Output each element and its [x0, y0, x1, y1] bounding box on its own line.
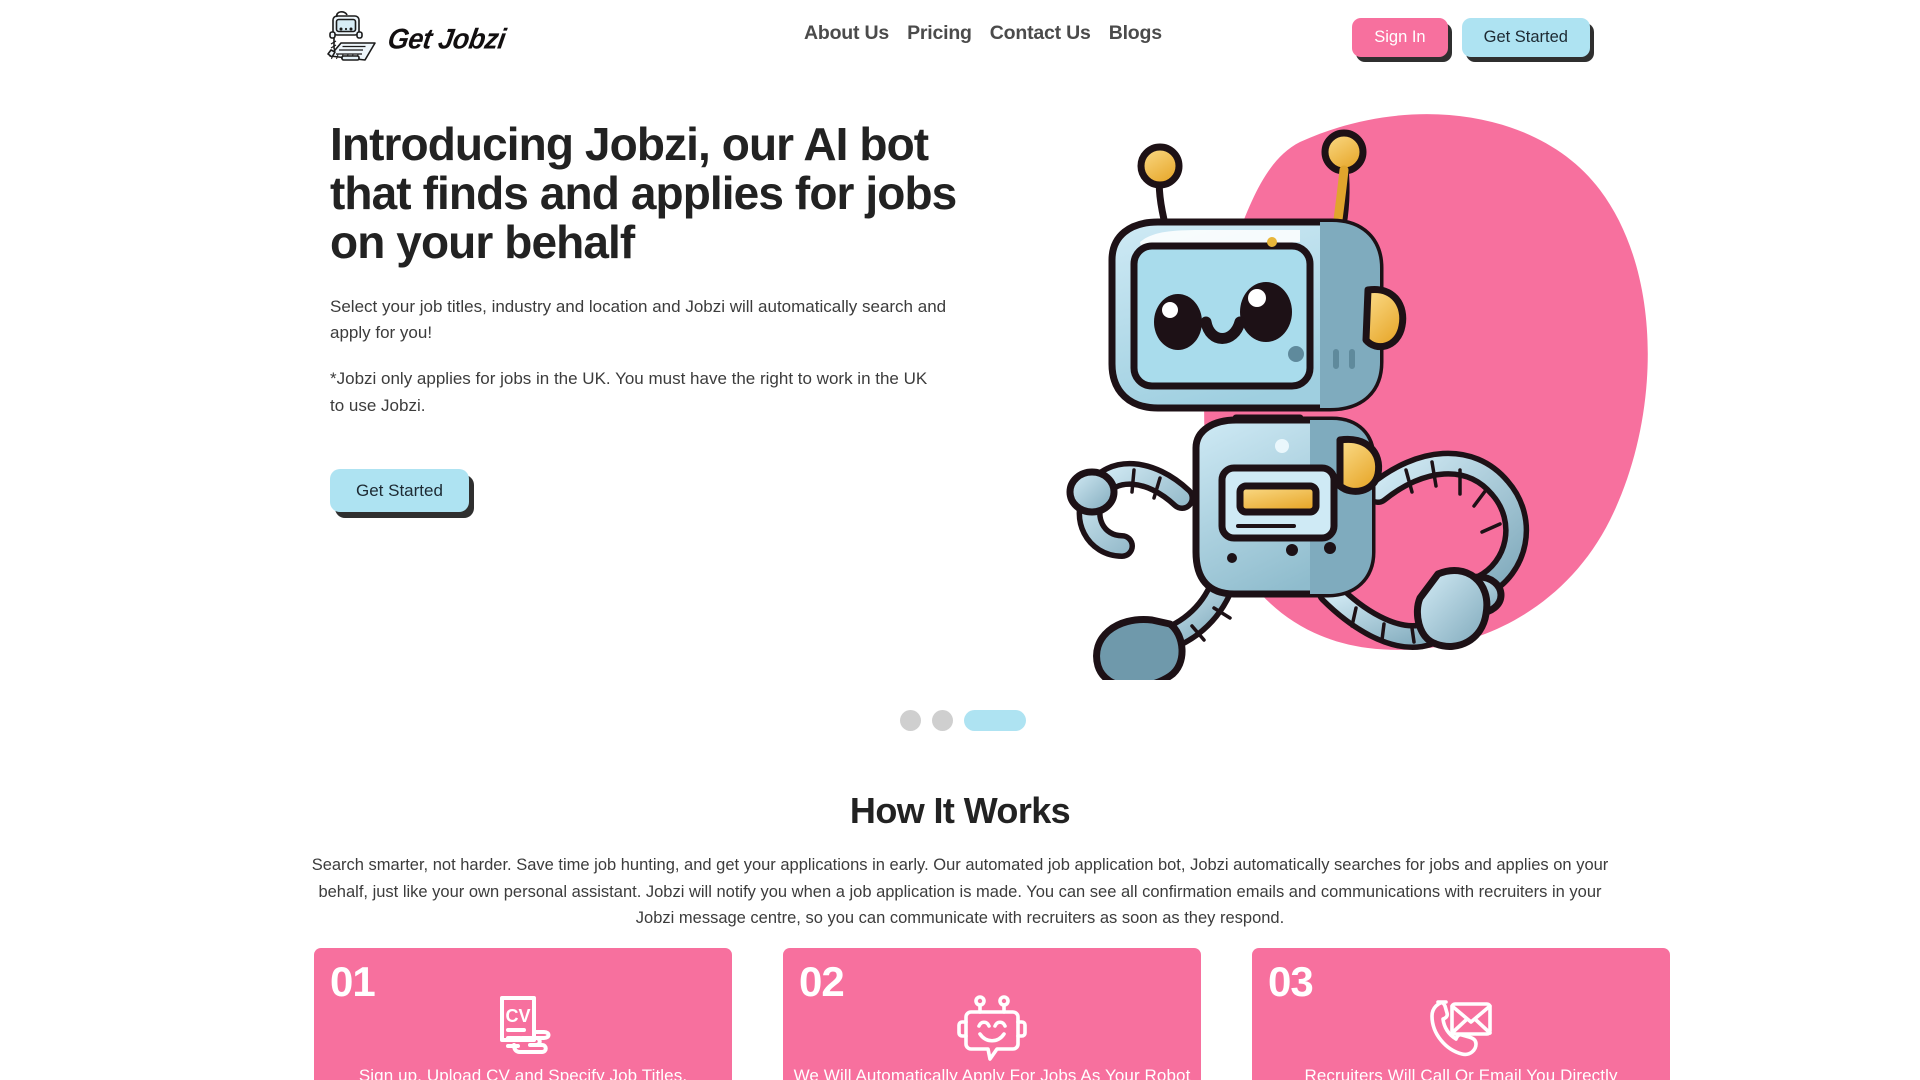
hero-get-started-button[interactable]: Get Started	[330, 469, 469, 513]
step-label: Recruiters Will Call Or Email You Direct…	[1304, 1066, 1618, 1080]
carousel-dot-3-active[interactable]	[964, 710, 1026, 731]
brand-name: Get Jobzi	[385, 22, 508, 55]
header-actions: Sign In Get Started	[1352, 18, 1590, 57]
sign-in-button[interactable]: Sign In	[1352, 18, 1448, 57]
how-it-works-title: How It Works	[849, 790, 1071, 831]
step-label: We Will Automatically Apply For Jobs As …	[793, 1066, 1191, 1080]
site-header: Get Jobzi About Us Pricing Contact Us Bl…	[0, 0, 1920, 80]
step-number: 01	[330, 958, 376, 1005]
header-get-started-button[interactable]: Get Started	[1461, 18, 1590, 57]
svg-text:CV: CV	[505, 1006, 530, 1026]
step-card-01[interactable]: 01 CV Sign up, Upload CV and Specify Job…	[314, 948, 732, 1080]
hero-copy: Introducing Jobzi, our AI bot that finds…	[330, 118, 970, 513]
nav-blogs[interactable]: Blogs	[1100, 22, 1171, 45]
how-it-works-section: How It Works Search smarter, not harder.…	[0, 790, 1920, 932]
carousel-dot-2[interactable]	[932, 710, 953, 731]
hero-note: *Jobzi only applies for jobs in the UK. …	[330, 369, 928, 415]
step-number: 02	[799, 958, 845, 1005]
hero-subtitle: Select your job titles, industry and loc…	[330, 296, 947, 342]
cv-document-hand-icon: CV	[486, 992, 560, 1066]
step-label: Sign up, Upload CV and Specify Job Title…	[358, 1066, 688, 1080]
brand-logo[interactable]: Get Jobzi	[320, 8, 508, 70]
step-card-02[interactable]: 02 We Will Automatically Apply For Jobs …	[783, 948, 1201, 1080]
carousel-dot-1[interactable]	[900, 710, 921, 731]
main-navigation: About Us Pricing Contact Us Blogs	[795, 22, 1171, 45]
step-card-03[interactable]: 03 Recruiters Will Call Or Email You Dir…	[1252, 948, 1670, 1080]
step-number: 03	[1268, 958, 1314, 1005]
hero-carousel-dots	[900, 710, 1026, 731]
how-it-works-description: Search smarter, not harder. Save time jo…	[311, 856, 1609, 928]
running-robot-illustration	[1000, 100, 1650, 680]
nav-contact-us[interactable]: Contact Us	[981, 22, 1100, 45]
hero-section: Introducing Jobzi, our AI bot that finds…	[0, 80, 1920, 760]
robot-chat-bubble-icon	[955, 992, 1029, 1066]
phone-envelope-icon	[1424, 992, 1498, 1066]
nav-about-us[interactable]: About Us	[795, 22, 898, 45]
how-it-works-steps: 01 CV Sign up, Upload CV and Specify Job…	[314, 948, 1670, 1080]
robot-computer-icon	[320, 10, 382, 68]
nav-pricing[interactable]: Pricing	[898, 22, 981, 45]
landing-page: Get Jobzi About Us Pricing Contact Us Bl…	[0, 0, 1920, 1080]
hero-title: Introducing Jobzi, our AI bot that finds…	[330, 118, 957, 269]
